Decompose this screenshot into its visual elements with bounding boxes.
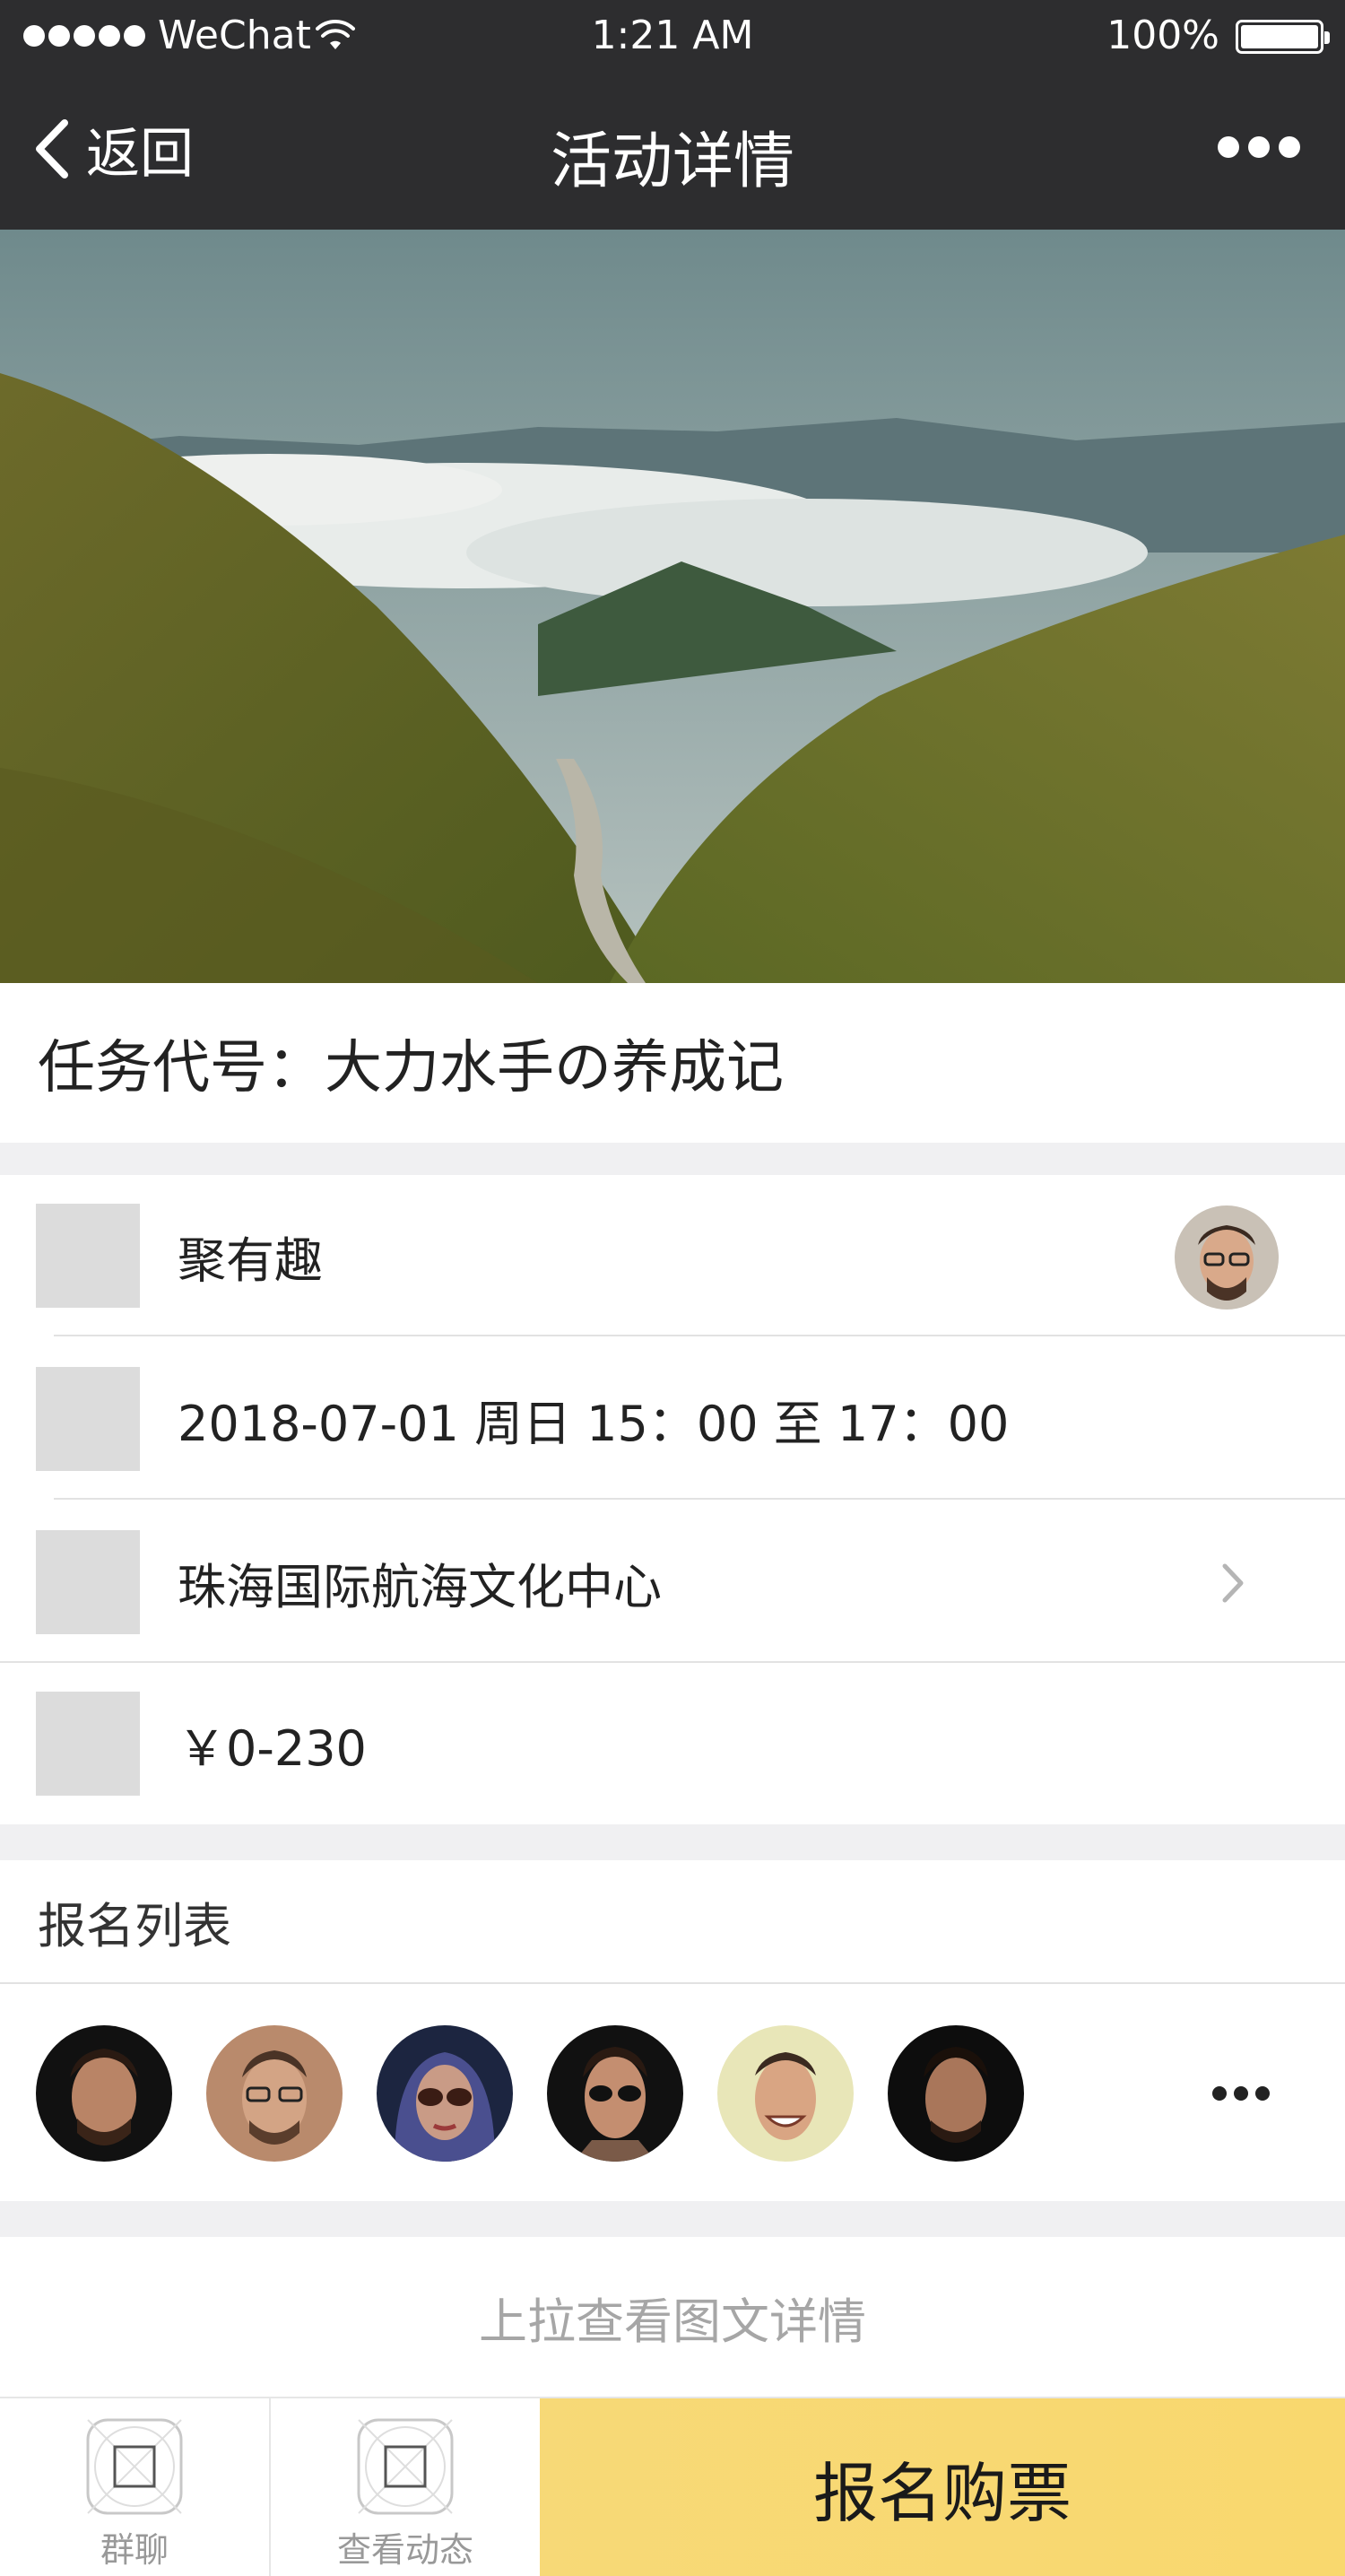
pull-up-hint: 上拉查看图文详情	[0, 2237, 1345, 2397]
view-updates-button[interactable]: 查看动态	[271, 2398, 540, 2576]
event-price: ￥0-230	[178, 1719, 367, 1777]
view-updates-label: 查看动态	[336, 2530, 473, 2570]
price-icon	[36, 1692, 140, 1796]
signup-heading: 报名列表	[38, 1897, 231, 1954]
more-attendees-icon[interactable]	[1212, 2086, 1270, 2101]
organizer-row[interactable]: 聚有趣	[0, 1175, 1345, 1336]
event-title: 任务代号：大力水手の养成记	[0, 983, 1345, 1143]
more-icon[interactable]	[1218, 136, 1300, 158]
attendee-avatar[interactable]	[206, 2025, 343, 2162]
group-chat-button[interactable]: 群聊	[0, 2398, 269, 2576]
location-icon	[36, 1530, 140, 1634]
chevron-right-icon	[1222, 1563, 1244, 1603]
attendee-avatar[interactable]	[547, 2025, 683, 2162]
attendee-avatar[interactable]	[888, 2025, 1024, 2162]
section-divider	[0, 1982, 1345, 1984]
attendee-avatar[interactable]	[377, 2025, 513, 2162]
attendee-avatar[interactable]	[36, 2025, 172, 2162]
price-row: ￥0-230	[0, 1663, 1345, 1824]
clock-icon	[36, 1367, 140, 1471]
row-divider	[54, 1498, 1345, 1500]
event-location: 珠海国际航海文化中心	[178, 1558, 662, 1615]
event-datetime: 2018-07-01 周日 15：00 至 17：00	[178, 1395, 1010, 1452]
organizer-avatar[interactable]	[1175, 1205, 1279, 1310]
battery-icon	[1236, 20, 1330, 54]
placeholder-tab-icon	[357, 2418, 454, 2515]
battery-percent: 100%	[1106, 13, 1219, 58]
event-cover-image	[0, 230, 1345, 983]
top-bar: WeChat 1:21 AM 100% 返回 活动详情	[0, 0, 1345, 230]
event-info-list: 聚有趣 2018-07-01 周日 15：00 至 17：00 珠海国际航海文化…	[0, 1175, 1345, 1824]
status-bar: WeChat 1:21 AM 100%	[0, 0, 1345, 72]
attendee-avatar[interactable]	[717, 2025, 854, 2162]
location-row[interactable]: 珠海国际航海文化中心	[0, 1501, 1345, 1663]
organizer-icon	[36, 1204, 140, 1308]
row-divider	[54, 1335, 1345, 1336]
signup-list: 报名列表	[0, 1860, 1345, 2201]
nav-bar: 返回 活动详情	[0, 72, 1345, 230]
bottom-action-bar: 群聊 查看动态 报名购票	[0, 2397, 1345, 2576]
group-chat-label: 群聊	[100, 2530, 169, 2570]
organizer-name: 聚有趣	[178, 1231, 323, 1289]
datetime-row: 2018-07-01 周日 15：00 至 17：00	[0, 1338, 1345, 1500]
page-title: 活动详情	[550, 126, 794, 197]
buy-ticket-button[interactable]: 报名购票	[540, 2398, 1345, 2576]
placeholder-tab-icon	[86, 2418, 183, 2515]
